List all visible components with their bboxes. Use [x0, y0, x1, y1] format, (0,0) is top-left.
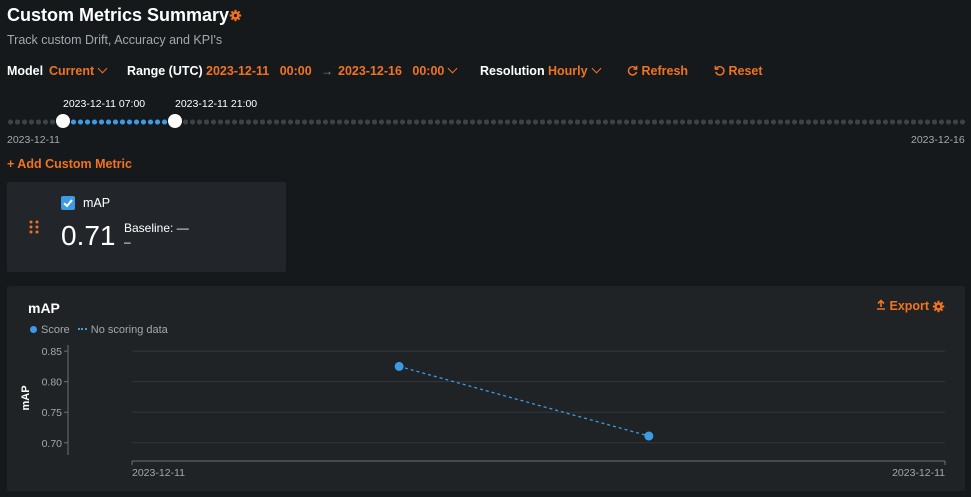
data-point — [394, 361, 404, 371]
map-line-chart: 0.85 0.80 0.75 0.70 2023-12-11 2023-12-11 — [42, 345, 946, 479]
data-point — [644, 431, 654, 441]
y-tick-label: 0.75 — [42, 407, 63, 419]
x-tick-label: 2023-12-11 — [132, 467, 185, 479]
y-tick-label: 0.80 — [42, 377, 63, 389]
y-tick-label: 0.70 — [42, 438, 63, 450]
y-tick-label: 0.85 — [42, 346, 63, 358]
series-connector-line — [398, 365, 650, 437]
x-tick-label: 2023-12-11 — [892, 467, 945, 479]
